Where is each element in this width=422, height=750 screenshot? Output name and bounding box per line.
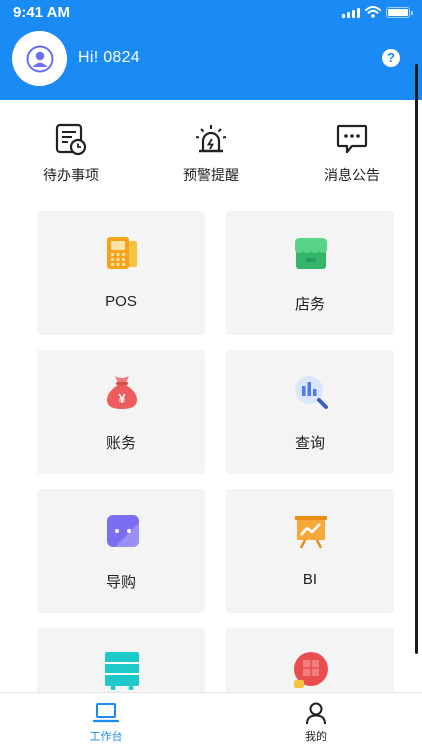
svg-text:¥: ¥: [118, 391, 126, 406]
greeting-text: Hi! 0824: [78, 49, 140, 66]
bi-presentation-icon: [295, 516, 327, 549]
alarm-siren-icon: [195, 125, 227, 153]
chart-search-icon: [295, 376, 328, 409]
laptop-icon: [93, 703, 119, 723]
quick-messages[interactable]: 消息公告: [307, 122, 397, 185]
tab-workbench-label: 工作台: [89, 731, 123, 743]
module-card-pos[interactable]: POS: [37, 211, 205, 335]
module-label-store: 店务: [294, 296, 325, 313]
module-label-accounts: 账务: [105, 435, 136, 452]
status-icons: [342, 6, 413, 18]
money-bag-icon: ¥: [107, 376, 137, 409]
pos-terminal-icon: [107, 237, 137, 269]
tab-workbench[interactable]: 工作台: [66, 701, 146, 744]
status-time: 9:41 AM: [13, 4, 70, 21]
guide-robot-icon: [107, 515, 139, 547]
shelf-cart-icon: [105, 652, 139, 690]
module-card-bi[interactable]: BI: [226, 489, 394, 613]
module-label-bi: BI: [302, 571, 318, 588]
scrollbar[interactable]: [415, 64, 418, 654]
module-card-store[interactable]: 店务: [226, 211, 394, 335]
module-label-query: 查询: [294, 435, 325, 452]
module-card-shelf[interactable]: [37, 628, 205, 692]
boxes-icon: [294, 652, 328, 688]
module-label-guide: 导购: [105, 574, 136, 591]
module-card-guide[interactable]: 导购: [37, 489, 205, 613]
person-icon: [306, 702, 326, 725]
module-label-pos: POS: [105, 293, 137, 310]
wifi-icon: [365, 6, 381, 18]
message-bubble-icon: [336, 124, 368, 154]
module-grid: 待办事项 预警提醒 消息公告 POS 店务 ¥ 账务 查询 导购 BI: [0, 0, 422, 692]
module-card-boxes[interactable]: [226, 628, 394, 692]
quick-messages-label: 消息公告: [324, 167, 380, 183]
todo-clock-icon: [55, 123, 87, 156]
status-bar: 9:41 AM: [0, 0, 422, 26]
battery-icon: [386, 6, 413, 18]
quick-todo-label: 待办事项: [43, 167, 99, 183]
store-icon: [295, 238, 327, 269]
app-screen: 待办事项 预警提醒 消息公告 POS 店务 ¥ 账务 查询 导购 BI 9:41…: [0, 0, 422, 750]
quick-todo[interactable]: 待办事项: [26, 122, 116, 185]
module-card-query[interactable]: 查询: [226, 350, 394, 474]
signal-icon: [342, 7, 360, 18]
quick-alarm-label: 预警提醒: [183, 167, 239, 183]
avatar[interactable]: [12, 31, 67, 86]
app-header: 9:41 AM Hi! 0824 ?: [0, 0, 422, 100]
tab-mine[interactable]: 我的: [276, 701, 356, 744]
quick-actions: 待办事项 预警提醒 消息公告: [0, 122, 422, 192]
tab-mine-label: 我的: [305, 731, 327, 743]
user-avatar-icon: [26, 45, 53, 72]
tab-bar: 工作台 我的: [0, 692, 422, 750]
module-card-accounts[interactable]: ¥ 账务: [37, 350, 205, 474]
help-button[interactable]: ?: [382, 49, 400, 67]
quick-alarm[interactable]: 预警提醒: [166, 122, 256, 185]
